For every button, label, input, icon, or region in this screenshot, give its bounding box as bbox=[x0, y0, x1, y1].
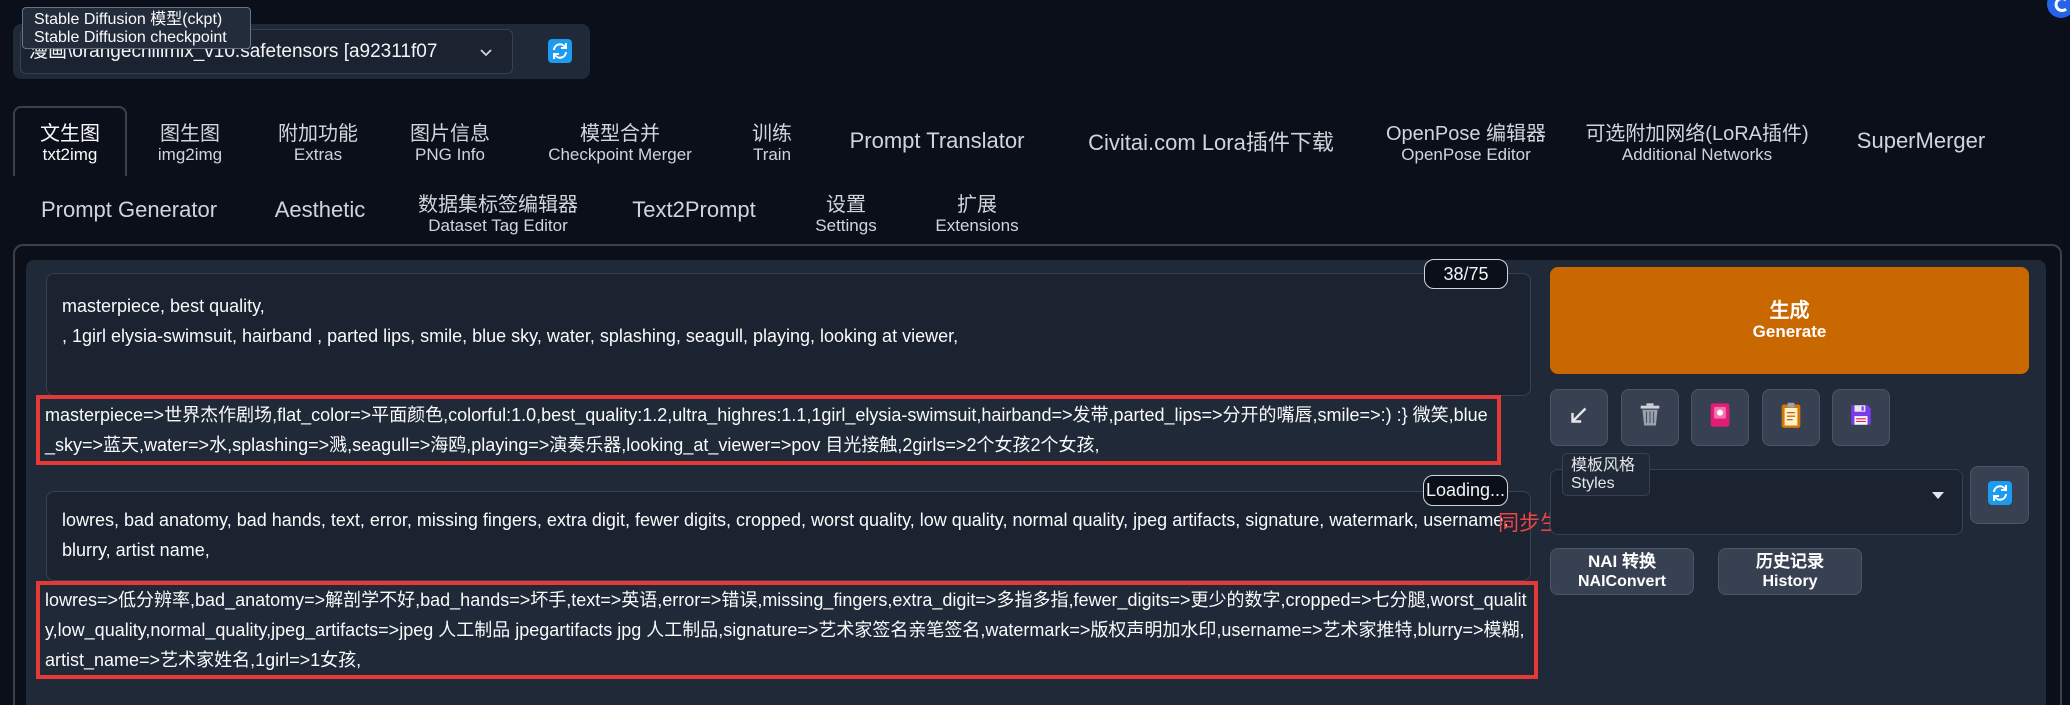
tab-settings[interactable]: 设置 Settings bbox=[801, 185, 891, 241]
tab-label: 训练 bbox=[752, 123, 792, 145]
tab-label: 数据集标签编辑器 bbox=[418, 194, 578, 216]
translation-text: masterpiece=>世界杰作剧场,flat_color=>平面颜色,col… bbox=[45, 405, 1488, 455]
nai-convert-label-en: NAIConvert bbox=[1577, 573, 1666, 590]
history-label-en: History bbox=[1762, 573, 1818, 590]
tab-sublabel: Additional Networks bbox=[1621, 145, 1773, 164]
generate-button[interactable]: 生成 Generate bbox=[1550, 267, 2029, 374]
negative-prompt-translation: lowres=>低分辨率,bad_anatomy=>解剖学不好,bad_hand… bbox=[36, 581, 1538, 679]
tab-label: Aesthetic bbox=[274, 197, 366, 222]
generate-label-en: Generate bbox=[1752, 321, 1827, 341]
positive-prompt-translation: masterpiece=>世界杰作剧场,flat_color=>平面颜色,col… bbox=[36, 395, 1501, 465]
tab-txt2img[interactable]: 文生图 txt2img bbox=[13, 106, 127, 176]
tab-label: SuperMerger bbox=[1856, 128, 1986, 153]
tab-label: Prompt Generator bbox=[40, 197, 218, 222]
tab-sublabel: PNG Info bbox=[415, 145, 485, 164]
extra-networks-card-icon bbox=[1707, 401, 1733, 434]
negative-token-counter: Loading... bbox=[1423, 475, 1508, 506]
refresh-icon bbox=[1983, 476, 2017, 515]
tab-aesthetic[interactable]: Aesthetic bbox=[265, 185, 375, 235]
read-clipboard-button[interactable] bbox=[1762, 389, 1820, 446]
tab-sublabel: img2img bbox=[157, 145, 223, 164]
tab-sublabel: txt2img bbox=[42, 145, 98, 164]
model-tooltip: Stable Diffusion 模型(ckpt) Stable Diffusi… bbox=[22, 7, 251, 49]
positive-token-counter: 38/75 bbox=[1424, 259, 1508, 289]
tab-label: 可选附加网络(LoRA插件) bbox=[1585, 123, 1809, 145]
negative-prompt-input[interactable]: lowres, bad anatomy, bad hands, text, er… bbox=[46, 491, 1531, 581]
chevron-down-icon bbox=[1932, 487, 1944, 499]
save-style-button[interactable] bbox=[1832, 389, 1890, 446]
token-status: Loading... bbox=[1425, 480, 1506, 500]
tab-extensions[interactable]: 扩展 Extensions bbox=[922, 185, 1032, 241]
clear-prompt-button[interactable] bbox=[1621, 389, 1679, 446]
translation-text: lowres=>低分辨率,bad_anatomy=>解剖学不好,bad_hand… bbox=[45, 590, 1527, 670]
tab-label: Text2Prompt bbox=[632, 197, 756, 222]
tab-img2img[interactable]: 图生图 img2img bbox=[140, 106, 240, 176]
token-count: 38/75 bbox=[1443, 263, 1489, 284]
tab-sublabel: Dataset Tag Editor bbox=[428, 216, 568, 235]
tab-train[interactable]: 训练 Train bbox=[732, 106, 812, 176]
tab-sublabel: Extras bbox=[293, 145, 343, 164]
tab-sublabel: Extensions bbox=[935, 216, 1019, 235]
clipboard-icon bbox=[1778, 401, 1804, 434]
tab-extras[interactable]: 附加功能 Extras bbox=[263, 106, 373, 176]
tab-additional-networks[interactable]: 可选附加网络(LoRA插件) Additional Networks bbox=[1577, 106, 1817, 176]
trash-icon bbox=[1636, 401, 1664, 434]
refresh-styles-button[interactable] bbox=[1970, 466, 2029, 524]
tab-png-info[interactable]: 图片信息 PNG Info bbox=[395, 106, 505, 176]
tab-label: 文生图 bbox=[40, 123, 100, 145]
tooltip-line-1: Stable Diffusion 模型(ckpt) bbox=[34, 11, 223, 28]
tab-sublabel: Checkpoint Merger bbox=[548, 145, 692, 164]
styles-label-cn: 模板风格 bbox=[1571, 457, 1636, 474]
tab-label: 模型合并 bbox=[580, 123, 660, 145]
tab-label: 图生图 bbox=[160, 123, 220, 145]
tab-sublabel: OpenPose Editor bbox=[1401, 145, 1531, 164]
paste-arrow-icon bbox=[1566, 402, 1592, 433]
tab-civitai-lora-download[interactable]: Civitai.com Lora插件下载 bbox=[1071, 106, 1351, 176]
extra-networks-button[interactable] bbox=[1691, 389, 1749, 446]
tab-label: Civitai.com Lora插件下载 bbox=[1088, 130, 1334, 155]
tab-label: OpenPose 编辑器 bbox=[1385, 123, 1547, 145]
paste-prompt-button[interactable] bbox=[1550, 389, 1608, 446]
nai-convert-button[interactable]: NAI 转换 NAIConvert bbox=[1550, 548, 1694, 595]
nai-convert-label-cn: NAI 转换 bbox=[1588, 552, 1656, 571]
tab-dataset-tag-editor[interactable]: 数据集标签编辑器 Dataset Tag Editor bbox=[403, 185, 593, 241]
styles-label-en: Styles bbox=[1571, 475, 1615, 492]
generate-label-cn: 生成 bbox=[1769, 299, 1810, 322]
tab-label: 附加功能 bbox=[278, 123, 358, 145]
tab-label: 设置 bbox=[826, 194, 866, 216]
styles-label: 模板风格 Styles bbox=[1562, 453, 1650, 496]
refresh-icon bbox=[543, 39, 577, 72]
tab-prompt-generator[interactable]: Prompt Generator bbox=[29, 185, 229, 235]
tab-checkpoint-merger[interactable]: 模型合并 Checkpoint Merger bbox=[535, 106, 705, 176]
tab-sublabel: Train bbox=[752, 145, 792, 164]
circle-c-logo-icon bbox=[2044, 0, 2070, 20]
history-label-cn: 历史记录 bbox=[1756, 552, 1824, 571]
tooltip-line-2: Stable Diffusion checkpoint bbox=[34, 29, 227, 46]
history-button[interactable]: 历史记录 History bbox=[1718, 548, 1862, 595]
tab-openpose-editor[interactable]: OpenPose 编辑器 OpenPose Editor bbox=[1371, 106, 1561, 176]
tab-text2prompt[interactable]: Text2Prompt bbox=[624, 185, 764, 235]
tab-label: 图片信息 bbox=[410, 123, 490, 145]
refresh-models-button[interactable] bbox=[543, 34, 577, 68]
positive-prompt-input[interactable]: masterpiece, best quality, , 1girl elysi… bbox=[46, 273, 1531, 396]
tab-label: Prompt Translator bbox=[849, 128, 1025, 153]
tab-label: 扩展 bbox=[957, 194, 997, 216]
tab-sublabel: Settings bbox=[815, 216, 877, 235]
tab-prompt-translator[interactable]: Prompt Translator bbox=[837, 106, 1037, 176]
tab-supermerger[interactable]: SuperMerger bbox=[1846, 106, 1996, 176]
save-icon bbox=[1848, 402, 1874, 433]
chevron-down-icon bbox=[477, 43, 495, 61]
